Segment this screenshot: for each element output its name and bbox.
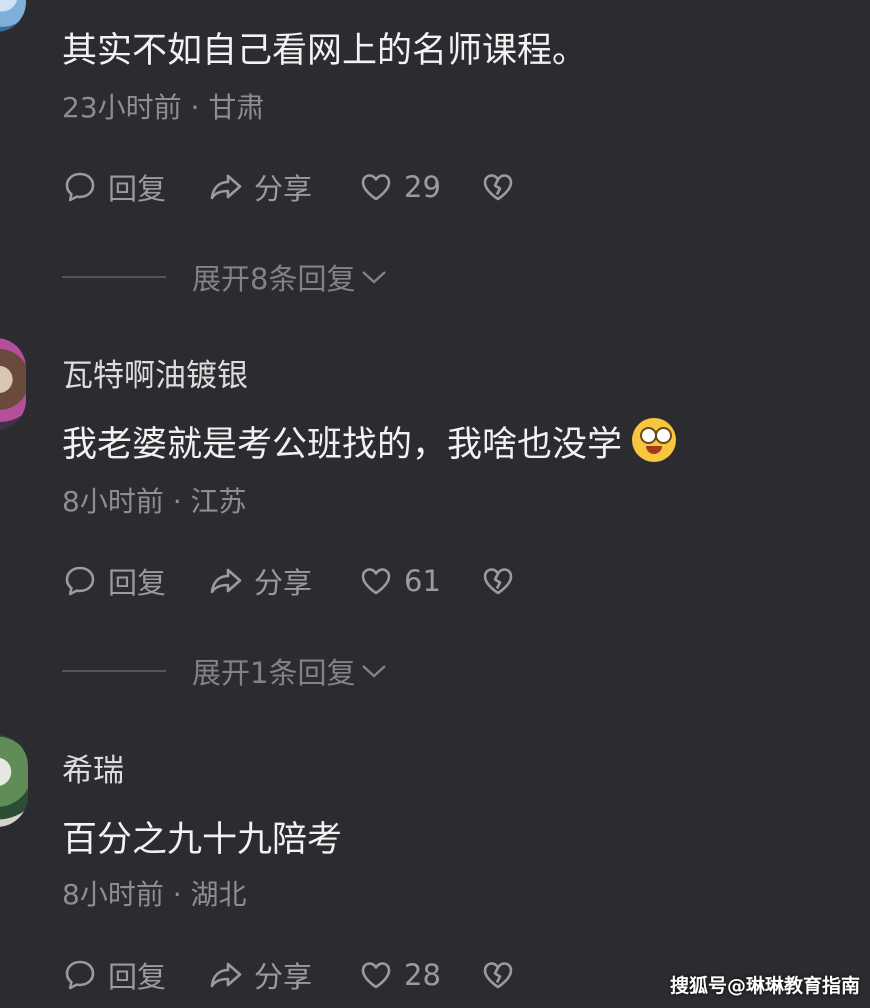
comment-text: 百分之九十九陪考 xyxy=(62,820,343,860)
reply-label: 回复 xyxy=(108,566,167,600)
share-label: 分享 xyxy=(254,566,313,600)
broken-heart-icon xyxy=(483,962,513,989)
comment-actions: 回复 分享 61 xyxy=(62,558,516,604)
dislike-button[interactable] xyxy=(480,169,516,205)
watermark: 搜狐号@琳琳教育指南 xyxy=(669,975,860,997)
expand-label: 展开1条回复 xyxy=(192,656,356,690)
reply-label: 回复 xyxy=(108,172,167,206)
share-label: 分享 xyxy=(254,172,313,206)
chevron-down-icon xyxy=(362,271,387,284)
dislike-button[interactable] xyxy=(480,563,516,599)
share-label: 分享 xyxy=(254,960,313,994)
avatar[interactable] xyxy=(0,338,26,430)
divider-line xyxy=(62,276,166,278)
expand-label: 展开8条回复 xyxy=(192,262,356,296)
chevron-down-icon xyxy=(362,665,387,678)
heart-outline-icon xyxy=(361,962,391,989)
expand-replies-button[interactable]: 展开8条回复 xyxy=(62,257,389,297)
divider-line xyxy=(62,670,166,672)
like-button[interactable]: 29 xyxy=(358,169,480,205)
like-count: 29 xyxy=(404,170,441,204)
share-arrow-icon xyxy=(210,174,242,200)
comment-text-body: 我老婆就是考公班找的，我啥也没学 xyxy=(62,425,623,465)
drooling-emoji-icon xyxy=(632,418,677,462)
expand-replies-button[interactable]: 展开1条回复 xyxy=(62,651,389,691)
share-arrow-icon xyxy=(210,568,242,594)
share-button[interactable]: 分享 xyxy=(208,166,358,208)
avatar[interactable] xyxy=(0,735,28,827)
broken-heart-icon xyxy=(483,174,513,201)
like-button[interactable]: 28 xyxy=(358,957,480,993)
share-button[interactable]: 分享 xyxy=(208,954,358,996)
like-count: 61 xyxy=(404,564,441,598)
comment-bubble-icon xyxy=(65,172,95,202)
heart-outline-icon xyxy=(361,568,391,595)
comment-meta: 23小时前 · 甘肃 xyxy=(62,91,265,124)
comment-actions: 回复 分享 28 xyxy=(62,952,516,998)
share-button[interactable]: 分享 xyxy=(208,560,358,602)
reply-label: 回复 xyxy=(108,960,167,994)
comment-bubble-icon xyxy=(65,566,95,596)
avatar[interactable] xyxy=(0,0,26,32)
comment-text: 其实不如自己看网上的名师课程。 xyxy=(62,31,588,71)
username[interactable]: 希瑞 xyxy=(62,745,124,790)
share-arrow-icon xyxy=(210,962,242,988)
like-button[interactable]: 61 xyxy=(358,563,480,599)
comment-text: 我老婆就是考公班找的，我啥也没学 xyxy=(62,416,677,467)
broken-heart-icon xyxy=(483,568,513,595)
heart-outline-icon xyxy=(361,174,391,201)
dislike-button[interactable] xyxy=(480,957,516,993)
comment-meta: 8小时前 · 湖北 xyxy=(62,878,247,911)
reply-button[interactable]: 回复 xyxy=(62,166,208,208)
comment-meta: 8小时前 · 江苏 xyxy=(62,485,247,518)
comment-bubble-icon xyxy=(65,960,95,990)
username[interactable]: 瓦特啊油镀银 xyxy=(62,350,248,395)
comment-actions: 回复 分享 29 xyxy=(62,164,516,210)
reply-button[interactable]: 回复 xyxy=(62,560,208,602)
reply-button[interactable]: 回复 xyxy=(62,954,208,996)
like-count: 28 xyxy=(404,958,441,992)
